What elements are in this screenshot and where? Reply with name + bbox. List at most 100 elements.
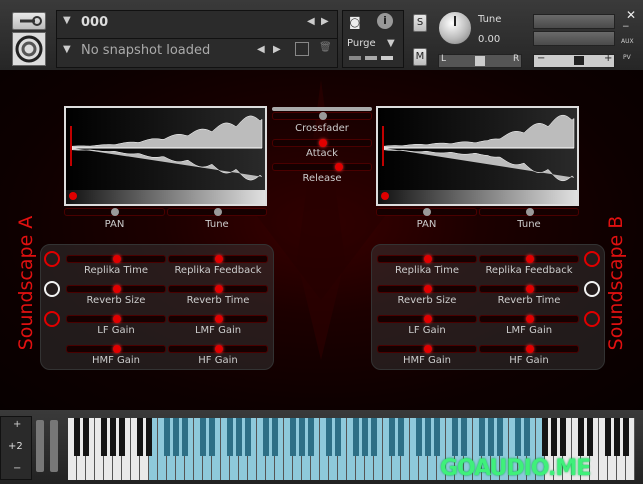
instrument-dropdown-arrow-icon[interactable]: ▼ <box>63 15 71 26</box>
snapshot-dropdown-arrow-icon[interactable]: ▼ <box>63 44 71 55</box>
piano-black-key[interactable] <box>425 418 431 456</box>
attack-handle[interactable] <box>319 139 327 147</box>
soundscape-b-pan-slider[interactable] <box>376 208 477 216</box>
pv-label[interactable]: PV <box>623 54 631 61</box>
soundscape-a-replika-feedback-handle[interactable] <box>215 255 223 263</box>
soundscape-a-lf-gain-slider[interactable] <box>66 315 166 323</box>
piano-black-key[interactable] <box>326 418 332 456</box>
prev-snapshot-icon[interactable]: ◀ <box>257 44 265 55</box>
soundscape-b-lf-gain-handle[interactable] <box>424 315 432 323</box>
piano-black-key[interactable] <box>560 418 566 456</box>
info-icon[interactable]: i <box>377 13 393 29</box>
soundscape-a-reverb-time-handle[interactable] <box>215 285 223 293</box>
soundscape-a-tune-handle[interactable] <box>214 208 222 216</box>
pan-slider-handle[interactable] <box>475 56 485 66</box>
piano-black-key[interactable] <box>101 418 107 456</box>
soundscape-b-reverb-size-handle[interactable] <box>424 285 432 293</box>
piano-black-key[interactable] <box>362 418 368 456</box>
soundscape-b-reverb-time-slider[interactable] <box>479 285 579 293</box>
piano-black-key[interactable] <box>515 418 521 456</box>
piano-black-key[interactable] <box>272 418 278 456</box>
piano-black-key[interactable] <box>164 418 170 456</box>
piano-black-key[interactable] <box>416 418 422 456</box>
soundscape-b-start-marker[interactable] <box>382 126 384 166</box>
soundscape-a-fx-selector-3[interactable] <box>44 311 60 327</box>
soundscape-b-replika-time-handle[interactable] <box>424 255 432 263</box>
soundscape-b-position-dot[interactable] <box>381 192 389 200</box>
piano-black-key[interactable] <box>524 418 530 456</box>
wrench-button[interactable] <box>12 12 46 30</box>
close-icon[interactable]: ✕ <box>626 8 636 22</box>
piano-black-key[interactable] <box>209 418 215 456</box>
piano-black-key[interactable] <box>551 418 557 456</box>
soundscape-b-hmf-gain-slider[interactable] <box>377 345 477 353</box>
tune-knob[interactable] <box>438 11 472 45</box>
piano-black-key[interactable] <box>119 418 125 456</box>
piano-black-key[interactable] <box>488 418 494 456</box>
release-slider[interactable] <box>272 163 372 171</box>
soundscape-b-replika-time-slider[interactable] <box>377 255 477 263</box>
soundscape-a-reverb-time-slider[interactable] <box>168 285 268 293</box>
crossfader-slider[interactable] <box>272 112 372 120</box>
soundscape-a-position-dot[interactable] <box>69 192 77 200</box>
soundscape-b-lmf-gain-slider[interactable] <box>479 315 579 323</box>
piano-black-key[interactable] <box>227 418 233 456</box>
soundscape-b-fx-selector-1[interactable] <box>584 251 600 267</box>
soundscape-a-replika-feedback-slider[interactable] <box>168 255 268 263</box>
soundscape-b-hf-gain-slider[interactable] <box>479 345 579 353</box>
piano-black-key[interactable] <box>146 418 152 456</box>
piano-black-key[interactable] <box>587 418 593 456</box>
piano-black-key[interactable] <box>353 418 359 456</box>
next-instrument-icon[interactable]: ▶ <box>321 16 329 27</box>
piano-black-key[interactable] <box>497 418 503 456</box>
soundscape-b-reverb-time-handle[interactable] <box>526 285 534 293</box>
piano-black-key[interactable] <box>263 418 269 456</box>
volume-slider-handle[interactable] <box>574 56 584 65</box>
delete-snapshot-icon[interactable]: 🗑 <box>319 42 332 53</box>
soundscape-a-lf-gain-handle[interactable] <box>113 315 121 323</box>
purge-menu[interactable]: Purge <box>347 38 376 49</box>
piano-black-key[interactable] <box>308 418 314 456</box>
soundscape-b-replika-feedback-slider[interactable] <box>479 255 579 263</box>
soundscape-b-lf-gain-slider[interactable] <box>377 315 477 323</box>
piano-black-key[interactable] <box>605 418 611 456</box>
piano-black-key[interactable] <box>452 418 458 456</box>
soundscape-a-waveform[interactable] <box>64 106 267 206</box>
solo-button[interactable]: S <box>413 14 427 32</box>
soundscape-b-fx-selector-2[interactable] <box>584 281 600 297</box>
piano-black-key[interactable] <box>461 418 467 456</box>
mute-button[interactable]: M <box>413 48 427 66</box>
piano-black-key[interactable] <box>614 418 620 456</box>
soundscape-b-replika-feedback-handle[interactable] <box>526 255 534 263</box>
prev-instrument-icon[interactable]: ◀ <box>307 16 315 27</box>
minimize-button[interactable]: − <box>622 22 630 32</box>
soundscape-a-hmf-gain-slider[interactable] <box>66 345 166 353</box>
soundscape-a-reverb-size-handle[interactable] <box>113 285 121 293</box>
piano-black-key[interactable] <box>137 418 143 456</box>
piano-black-key[interactable] <box>83 418 89 456</box>
release-handle[interactable] <box>335 163 343 171</box>
soundscape-b-pan-handle[interactable] <box>423 208 431 216</box>
piano-black-key[interactable] <box>236 418 242 456</box>
soundscape-b-hmf-gain-handle[interactable] <box>424 345 432 353</box>
soundscape-b-lmf-gain-handle[interactable] <box>526 315 534 323</box>
piano-black-key[interactable] <box>371 418 377 456</box>
piano-black-key[interactable] <box>245 418 251 456</box>
soundscape-b-fx-selector-3[interactable] <box>584 311 600 327</box>
piano-black-key[interactable] <box>74 418 80 456</box>
soundscape-a-pan-handle[interactable] <box>111 208 119 216</box>
soundscape-a-lmf-gain-slider[interactable] <box>168 315 268 323</box>
instrument-name[interactable]: 000 <box>81 15 108 30</box>
piano-black-key[interactable] <box>434 418 440 456</box>
soundscape-a-reverb-size-slider[interactable] <box>66 285 166 293</box>
save-snapshot-icon[interactable] <box>295 42 309 56</box>
soundscape-a-replika-time-slider[interactable] <box>66 255 166 263</box>
next-snapshot-icon[interactable]: ▶ <box>273 44 281 55</box>
piano-black-key[interactable] <box>479 418 485 456</box>
piano-black-key[interactable] <box>398 418 404 456</box>
piano-black-key[interactable] <box>542 418 548 456</box>
soundscape-a-replika-time-handle[interactable] <box>113 255 121 263</box>
soundscape-a-hmf-gain-handle[interactable] <box>113 345 121 353</box>
soundscape-b-tune-handle[interactable] <box>526 208 534 216</box>
piano-black-key[interactable] <box>182 418 188 456</box>
